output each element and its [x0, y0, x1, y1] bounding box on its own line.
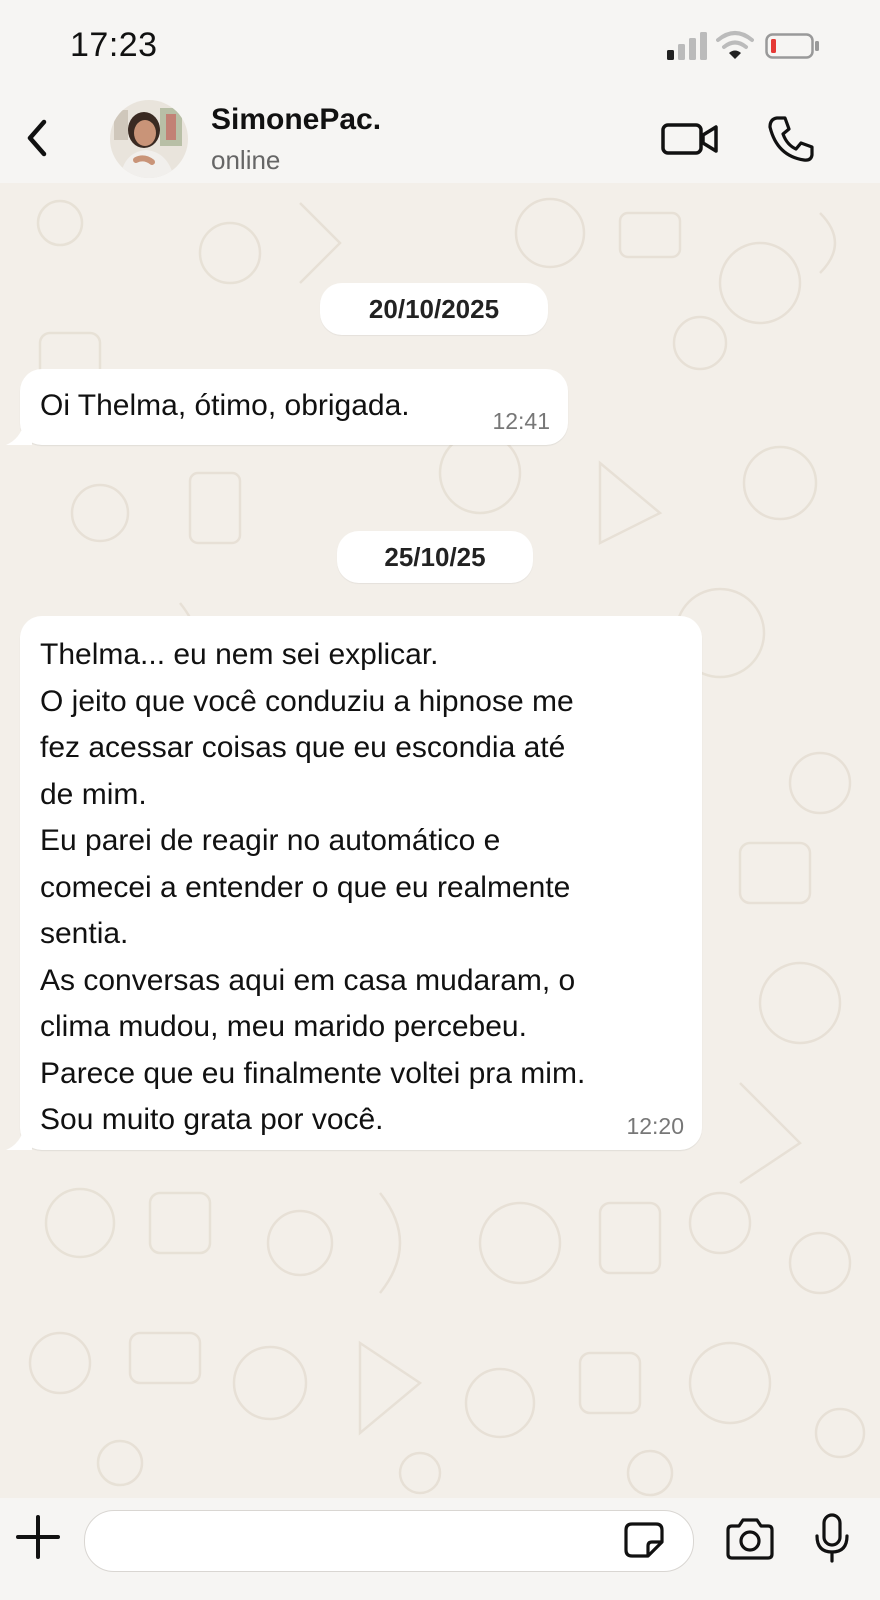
video-call-button[interactable]	[660, 117, 720, 161]
message-line: Thelma... eu nem sei explicar.	[40, 638, 439, 671]
avatar[interactable]	[110, 100, 188, 178]
status-time: 17:23	[70, 26, 158, 64]
message-time: 12:20	[626, 1113, 684, 1139]
chat-area[interactable]: 20/10/2025 Oi Thelma, ótimo, obrigada. 1…	[0, 183, 880, 1498]
date-chip: 20/10/2025	[320, 283, 548, 335]
message-line: comecei a entender o que eu realmente	[40, 870, 571, 904]
voice-call-button[interactable]	[765, 113, 817, 165]
message-line: Eu parei de reagir no automático e	[40, 824, 501, 857]
status-bar: 17:23	[0, 0, 880, 95]
battery-icon	[765, 33, 819, 59]
chat-header: SimonePac. online	[0, 95, 880, 183]
message-line: Parece que eu finalmente voltei pra mim.	[40, 1056, 586, 1090]
date-chip: 25/10/25	[337, 531, 533, 583]
input-bar	[0, 1498, 880, 1600]
plus-button[interactable]	[14, 1513, 62, 1561]
message-input[interactable]	[84, 1510, 694, 1572]
message-line: sentia.	[40, 917, 129, 950]
message-text: Oi Thelma, ótimo, obrigada.	[40, 389, 410, 422]
camera-button[interactable]	[724, 1516, 776, 1562]
message-text: Thelma... eu nem sei explicar. O jeito q…	[40, 632, 585, 1144]
message-line: de mim.	[40, 777, 147, 811]
contact-name[interactable]: SimonePac.	[211, 103, 381, 137]
signal-icon	[667, 32, 707, 60]
message-line: O jeito que você conduziu a hipnose me	[40, 684, 574, 718]
wifi-icon	[716, 31, 754, 59]
contact-status: online	[211, 145, 281, 175]
sticker-button[interactable]	[622, 1520, 666, 1560]
message-line: clima mudou, meu marido percebeu.	[40, 1010, 527, 1043]
microphone-button[interactable]	[812, 1512, 852, 1564]
message-time: 12:41	[492, 408, 550, 434]
message-bubble-incoming[interactable]: Thelma... eu nem sei explicar. O jeito q…	[6, 616, 702, 1150]
bubble-tail	[6, 423, 32, 445]
message-line: fez acessar coisas que eu escondia até	[40, 731, 566, 764]
bubble-tail	[6, 1128, 32, 1150]
message-line: As conversas aqui em casa mudaram, o	[40, 963, 576, 997]
message-bubble-incoming[interactable]: Oi Thelma, ótimo, obrigada. 12:41	[6, 369, 568, 445]
back-button[interactable]	[14, 113, 64, 163]
message-line: Sou muito grata por você.	[40, 1103, 384, 1136]
